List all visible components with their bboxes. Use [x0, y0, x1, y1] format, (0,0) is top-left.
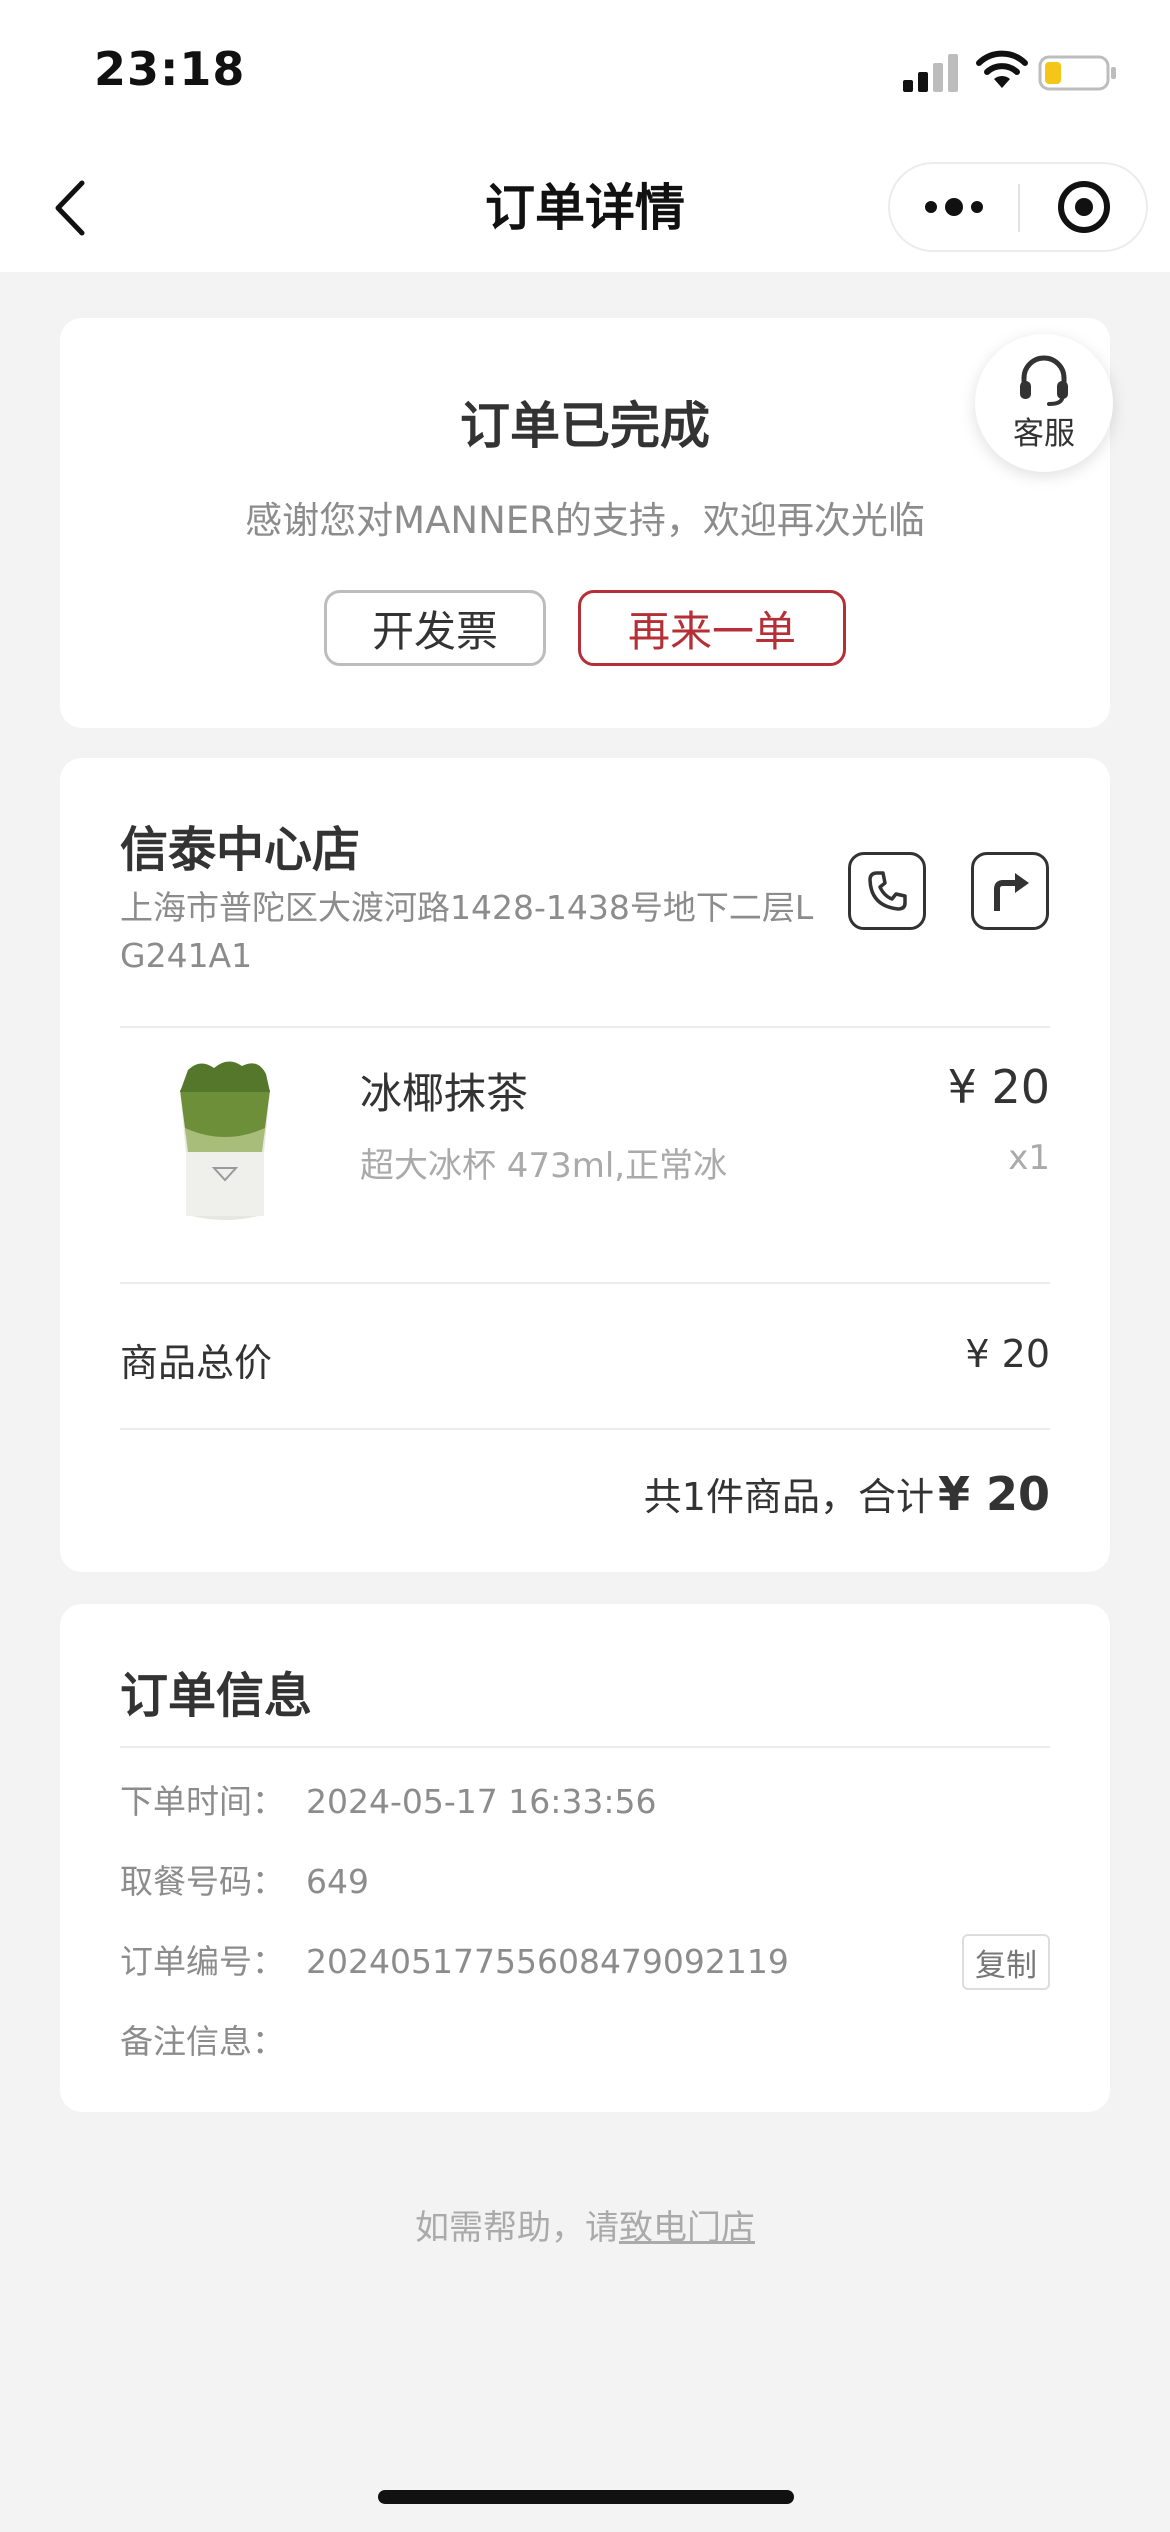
order-status-title: 订单已完成: [460, 397, 710, 455]
customer-service-label: 客服: [1013, 415, 1075, 452]
top-bar: 23:18 订单详情: [0, 0, 1170, 272]
store-name: 信泰中心店: [120, 822, 361, 878]
info-row-remarks: 备注信息：: [120, 2012, 1050, 2072]
customer-service-button[interactable]: 客服: [975, 334, 1113, 472]
copy-order-number-button[interactable]: 复制: [962, 1934, 1050, 1990]
summary-total: ¥ 20: [937, 1467, 1050, 1521]
target-circle-icon: [1058, 181, 1110, 233]
phone-icon: [868, 871, 907, 911]
subtotal-value: ¥ 20: [965, 1332, 1050, 1376]
info-value: 649: [306, 1862, 369, 1901]
info-label: 备注信息：: [120, 2022, 285, 2061]
call-store-button[interactable]: [848, 852, 926, 930]
info-row-pickup-number: 取餐号码： 649: [120, 1852, 1050, 1912]
info-row-order-number: 订单编号： 20240517755608479092119 复制: [120, 1932, 1050, 1992]
summary-text: 共1件商品，合计: [643, 1475, 934, 1519]
status-time: 23:18: [94, 42, 246, 96]
headset-icon: [1020, 355, 1068, 406]
subtotal-label: 商品总价: [120, 1341, 273, 1385]
product-image: [180, 1061, 270, 1220]
info-label: 取餐号码：: [120, 1862, 285, 1901]
info-row-order-time: 下单时间： 2024-05-17 16:33:56: [120, 1772, 1050, 1832]
divider: [120, 1282, 1050, 1284]
help-prefix: 如需帮助，请: [415, 2208, 619, 2248]
help-text: 如需帮助，请致电门店: [0, 2200, 1170, 2249]
reorder-button[interactable]: 再来一单: [578, 590, 846, 666]
info-value: 20240517755608479092119: [306, 1942, 789, 1981]
divider: [120, 1428, 1050, 1430]
close-mini-program-button[interactable]: [1020, 164, 1148, 250]
info-value: 2024-05-17 16:33:56: [306, 1782, 657, 1821]
store-address: 上海市普陀区大渡河路1428-1438号地下二层LG241A1: [120, 888, 814, 975]
order-status-subtitle: 感谢您对MANNER的支持，欢迎再次光临: [245, 499, 925, 542]
home-indicator: [378, 2490, 794, 2504]
product-price: ¥ 20: [947, 1060, 1050, 1114]
battery-icon: [1038, 55, 1116, 91]
more-button[interactable]: [890, 164, 1018, 250]
divider: [120, 1026, 1050, 1028]
navigate-store-button[interactable]: [971, 852, 1049, 930]
order-summary: 共1件商品，合计 ¥ 20: [644, 1466, 1050, 1521]
call-store-link[interactable]: 致电门店: [619, 2208, 755, 2248]
wifi-icon: [976, 50, 1028, 88]
store-order-card: 信泰中心店 上海市普陀区大渡河路1428-1438号地下二层LG241A1 冰椰…: [60, 758, 1110, 1572]
order-info-title: 订单信息: [120, 1668, 313, 1724]
order-info-card: 订单信息 下单时间： 2024-05-17 16:33:56 取餐号码： 649…: [60, 1604, 1110, 2112]
order-status-card: 订单已完成 感谢您对MANNER的支持，欢迎再次光临 开发票 再来一单: [60, 318, 1110, 728]
divider: [120, 1746, 1050, 1748]
invoice-button[interactable]: 开发票: [324, 590, 546, 666]
info-label: 订单编号：: [120, 1942, 285, 1981]
mini-program-capsule: [888, 162, 1148, 252]
product-spec: 超大冰杯 473ml,正常冰: [360, 1146, 728, 1186]
product-quantity: x1: [1008, 1138, 1050, 1178]
cellular-signal-icon: [903, 54, 958, 92]
product-name: 冰椰抹茶: [360, 1069, 529, 1118]
more-dots-icon: [925, 198, 983, 216]
info-label: 下单时间：: [120, 1782, 285, 1821]
route-arrow-icon: [994, 873, 1029, 911]
